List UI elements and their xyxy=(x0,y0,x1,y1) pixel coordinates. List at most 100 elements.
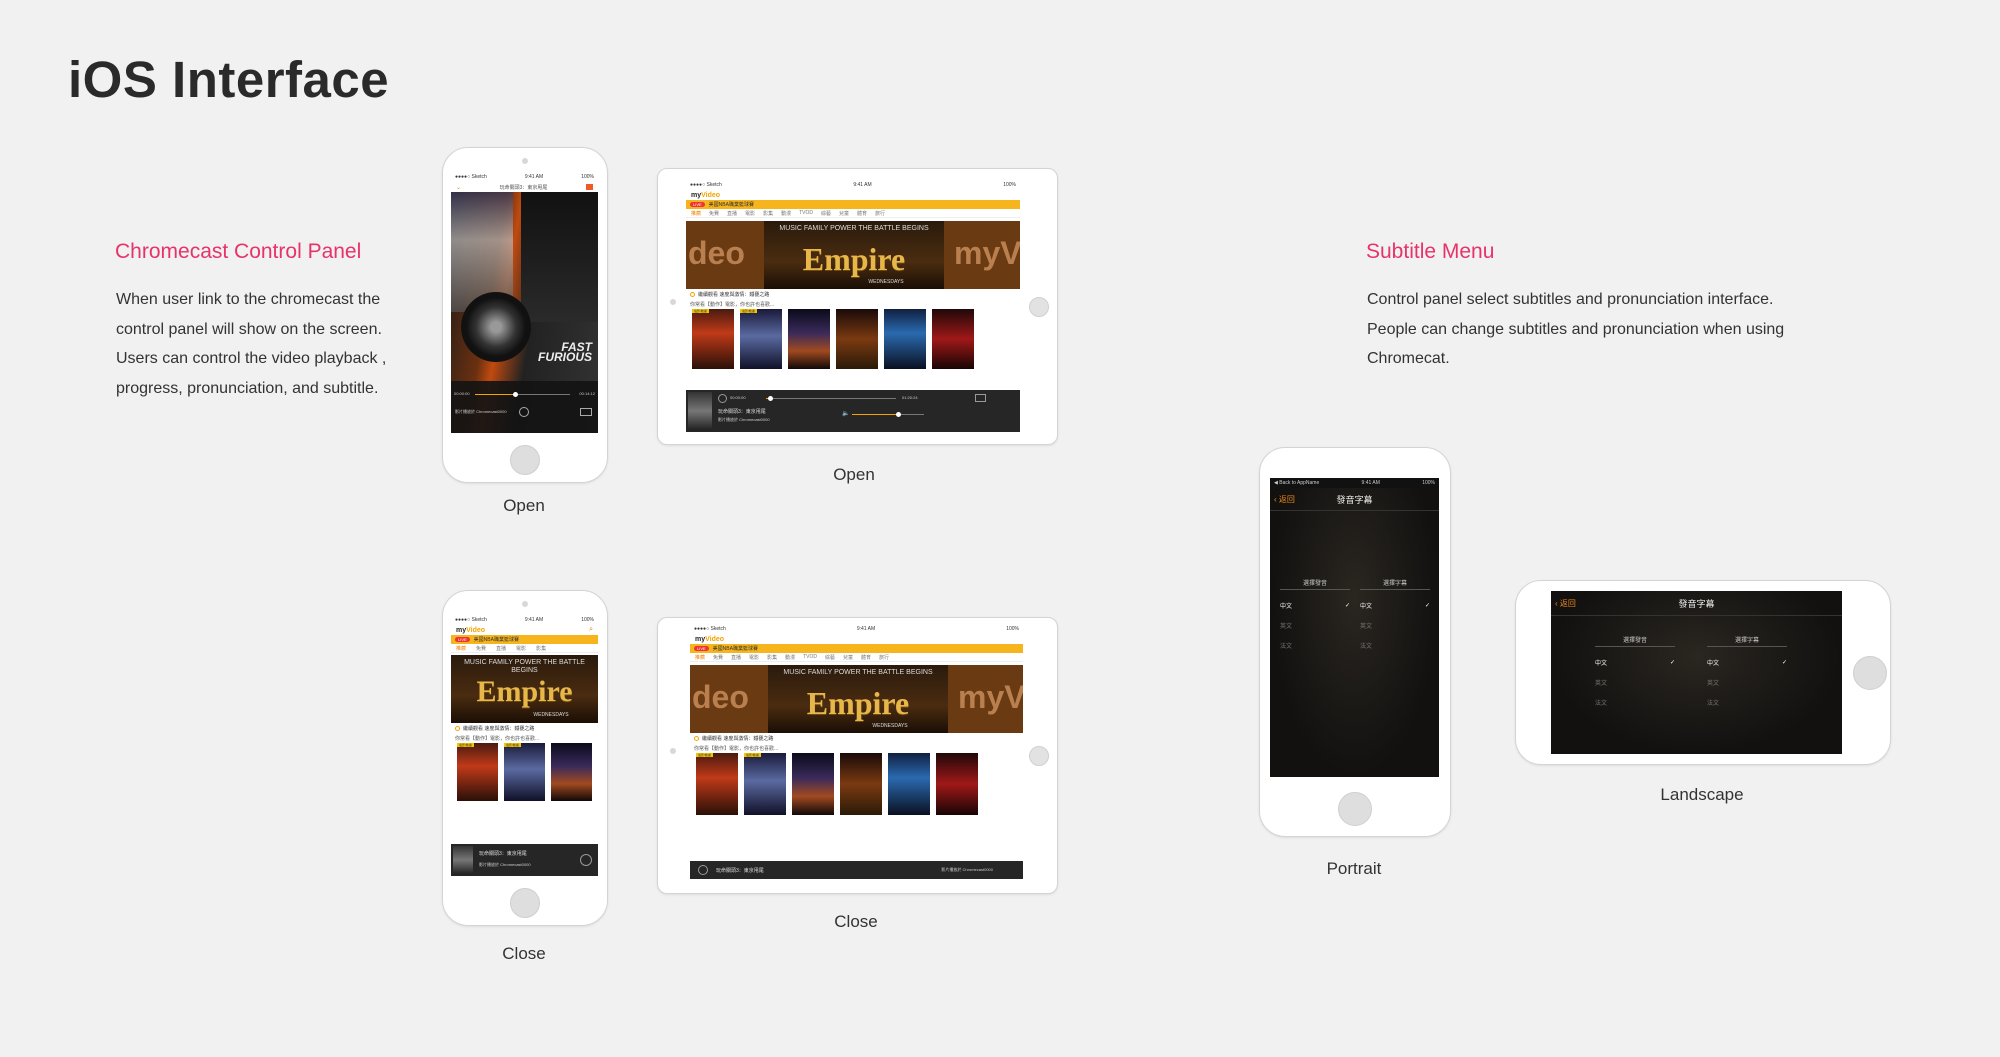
tab-kids[interactable]: 兒童 xyxy=(839,210,849,217)
hero-banner[interactable]: deo MUSIC FAMILY POWER THE BATTLE BEGINS… xyxy=(690,665,1023,733)
audio-option[interactable]: 英文 xyxy=(1280,615,1350,635)
subtitle-icon[interactable] xyxy=(975,394,986,402)
poster-card[interactable] xyxy=(932,309,974,369)
mini-control-bar[interactable]: 玩命關頭3：東京甩尾 影片播放於 Chromecast0000 xyxy=(690,861,1023,879)
tab-free[interactable]: 免費 xyxy=(713,654,723,661)
tab-recommend[interactable]: 推薦 xyxy=(456,645,466,652)
live-banner[interactable]: LIVE 美國NBA職業籃球賽 xyxy=(690,644,1023,653)
live-banner[interactable]: LIVE 美國NBA職業籃球賽 xyxy=(686,200,1020,209)
audio-option[interactable]: 法文 xyxy=(1280,635,1350,655)
subtitle-option[interactable]: 英文 xyxy=(1707,672,1787,692)
device-label: 影片播放於 Chromecast0000 xyxy=(455,409,507,414)
tab-variety[interactable]: 綜藝 xyxy=(821,210,831,217)
app-header: myVideo xyxy=(686,190,1020,200)
poster-card[interactable]: 電影/動畫 xyxy=(744,753,786,815)
poster-card[interactable]: 電影/動畫 xyxy=(457,743,498,801)
subtitle-option[interactable]: 英文 xyxy=(1360,615,1430,635)
tab-movie[interactable]: 電影 xyxy=(516,645,526,652)
poster-card[interactable]: 電影/動畫 xyxy=(696,753,738,815)
category-tabs: 推薦 免費 直播 電影 影集 動漫 TVOD 綜藝 兒童 體育 旅行 xyxy=(690,653,1023,662)
tab-series[interactable]: 影集 xyxy=(763,210,773,217)
cast-icon[interactable] xyxy=(585,184,593,190)
tab-recommend[interactable]: 推薦 xyxy=(695,654,705,661)
mini-control-bar[interactable]: 玩命關頭3：東京甩尾 影片播放於 Chromecast0000 xyxy=(451,844,598,876)
tab-series[interactable]: 影集 xyxy=(536,645,546,652)
tab-movie[interactable]: 電影 xyxy=(745,210,755,217)
back-button[interactable]: ‹ 返回 xyxy=(1555,598,1576,609)
subtitle-option[interactable]: 法文 xyxy=(1707,692,1787,712)
poster-card[interactable]: 電影/動畫 xyxy=(740,309,782,369)
volume-slider[interactable] xyxy=(852,412,924,417)
home-button[interactable] xyxy=(1338,792,1372,826)
hero-subtitle: WEDNESDAYS xyxy=(872,723,908,729)
subtitle-option[interactable]: 中文 ✓ xyxy=(1707,652,1787,672)
camera xyxy=(670,748,676,754)
tab-anime[interactable]: 動漫 xyxy=(785,654,795,661)
tab-sports[interactable]: 體育 xyxy=(857,210,867,217)
tab-kids[interactable]: 兒童 xyxy=(843,654,853,661)
hero-banner[interactable]: MUSIC FAMILY POWER THE BATTLE BEGINS Emp… xyxy=(451,655,598,723)
tab-sports[interactable]: 體育 xyxy=(861,654,871,661)
subtitle-option[interactable]: 中文 ✓ xyxy=(1360,595,1430,615)
mini-poster xyxy=(688,392,712,430)
caption-tablet-open: Open xyxy=(833,465,875,484)
tab-travel[interactable]: 旅行 xyxy=(875,210,885,217)
tab-live[interactable]: 直播 xyxy=(727,210,737,217)
hero-banner[interactable]: deo MUSIC FAMILY POWER THE BATTLE BEGINS… xyxy=(686,221,1020,289)
poster-card[interactable]: 電影/動畫 xyxy=(504,743,545,801)
subtitle-icon[interactable] xyxy=(580,408,592,416)
poster-card[interactable] xyxy=(884,309,926,369)
tab-live[interactable]: 直播 xyxy=(496,645,506,652)
home-button[interactable] xyxy=(1029,297,1049,317)
pause-icon[interactable] xyxy=(718,394,727,403)
poster-card[interactable] xyxy=(836,309,878,369)
tab-tvod[interactable]: TVOD xyxy=(803,654,817,660)
time-label: 9:41 AM xyxy=(853,182,872,188)
audio-option[interactable]: 中文 ✓ xyxy=(1595,652,1675,672)
tab-travel[interactable]: 旅行 xyxy=(879,654,889,661)
poster-card[interactable] xyxy=(788,309,830,369)
live-banner[interactable]: LIVE 美國NBA職業籃球賽 xyxy=(451,635,598,644)
audio-option[interactable]: 英文 xyxy=(1595,672,1675,692)
home-button[interactable] xyxy=(510,445,540,475)
hero-subtitle: WEDNESDAYS xyxy=(533,712,569,718)
home-button[interactable] xyxy=(1029,746,1049,766)
chevron-down-icon[interactable]: ⌄ xyxy=(456,184,461,191)
tab-variety[interactable]: 綜藝 xyxy=(825,654,835,661)
continue-row[interactable]: 繼續觀看 速度與激情：鐵甕之路 xyxy=(686,289,1020,299)
continue-row[interactable]: 繼續觀看 速度與激情：鐵甕之路 xyxy=(690,733,1023,743)
search-icon[interactable]: ⌕ xyxy=(589,626,593,634)
tab-free[interactable]: 免費 xyxy=(709,210,719,217)
poster-card[interactable]: 電影/動畫 xyxy=(692,309,734,369)
tab-live[interactable]: 直播 xyxy=(731,654,741,661)
back-to-app[interactable]: ◀ Back to AppName xyxy=(1274,480,1319,486)
pause-icon[interactable] xyxy=(580,854,592,866)
poster-card[interactable] xyxy=(888,753,930,815)
subtitle-column: 選擇字幕 中文 ✓ 英文 法文 xyxy=(1360,578,1430,655)
progress-bar[interactable] xyxy=(766,396,896,401)
home-button[interactable] xyxy=(510,888,540,918)
tab-recommend[interactable]: 推薦 xyxy=(691,210,701,217)
progress-bar[interactable] xyxy=(475,392,570,397)
subtitle-title: 發音字幕 xyxy=(1336,494,1373,505)
audio-option[interactable]: 法文 xyxy=(1595,692,1675,712)
movie-title: 玩命關頭3：東京甩尾 xyxy=(716,868,764,874)
tab-free[interactable]: 免費 xyxy=(476,645,486,652)
poster-card[interactable] xyxy=(936,753,978,815)
back-button[interactable]: ‹ 返回 xyxy=(1274,494,1295,505)
poster-card[interactable] xyxy=(840,753,882,815)
play-icon xyxy=(455,725,460,731)
pause-icon[interactable] xyxy=(519,407,529,417)
poster-card[interactable] xyxy=(792,753,834,815)
poster-card[interactable] xyxy=(551,743,592,801)
caption-phone-close: Close xyxy=(502,944,546,963)
pause-icon[interactable] xyxy=(698,865,708,875)
home-button[interactable] xyxy=(1853,656,1887,690)
continue-row[interactable]: 繼續觀看 速度與激情：鐵甕之路 xyxy=(451,723,598,733)
tab-tvod[interactable]: TVOD xyxy=(799,210,813,216)
tab-anime[interactable]: 動漫 xyxy=(781,210,791,217)
tab-movie[interactable]: 電影 xyxy=(749,654,759,661)
subtitle-option[interactable]: 法文 xyxy=(1360,635,1430,655)
tab-series[interactable]: 影集 xyxy=(767,654,777,661)
audio-option[interactable]: 中文 ✓ xyxy=(1280,595,1350,615)
